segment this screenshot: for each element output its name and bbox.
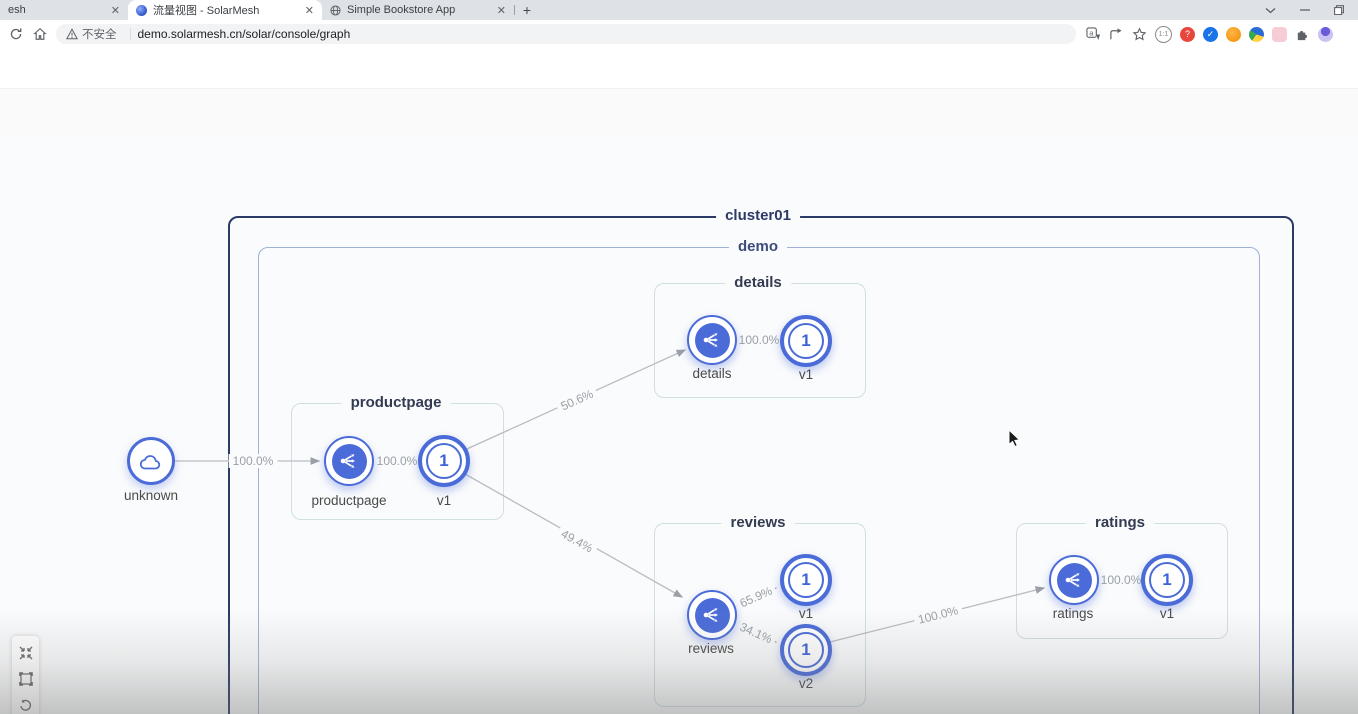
tab-close-icon[interactable]: ✕ — [497, 4, 506, 17]
service-label-reviews: reviews — [688, 641, 734, 656]
node-unknown[interactable] — [127, 437, 175, 485]
group-title-details: details — [725, 274, 791, 291]
version-node-ratings-v1[interactable]: 1 — [1141, 554, 1193, 606]
frame-select-icon[interactable] — [18, 671, 34, 687]
version-label-details-v1: v1 — [799, 367, 813, 382]
service-label-productpage: productpage — [311, 493, 386, 508]
extension-icon-colorwheel[interactable] — [1249, 27, 1264, 42]
not-secure-warning-icon — [66, 28, 78, 40]
service-node-productpage[interactable] — [324, 436, 374, 486]
service-label-ratings: ratings — [1053, 606, 1094, 621]
extension-icon-pink[interactable] — [1272, 27, 1287, 42]
reload-icon[interactable] — [4, 22, 28, 46]
app-toolbar: ⚙ — [0, 48, 1358, 88]
tab-label: esh — [8, 4, 26, 16]
namespace-title: demo — [729, 238, 787, 255]
address-bar: 不安全 demo.solarmesh.cn/solar/console/grap… — [0, 20, 1358, 49]
version-node-productpage-v1[interactable]: 1 — [418, 435, 470, 487]
version-label-reviews-v2: v2 — [799, 676, 813, 691]
service-node-details[interactable] — [687, 315, 737, 365]
service-label-details: details — [692, 366, 731, 381]
node-label-unknown: unknown — [124, 488, 178, 503]
edges-layer — [0, 138, 1358, 714]
window-controls — [1265, 0, 1358, 20]
restore-button[interactable] — [1334, 5, 1344, 15]
url-text: demo.solarmesh.cn/solar/console/graph — [138, 27, 351, 41]
tab-search-chevron-icon[interactable] — [1265, 7, 1276, 14]
workload-count: 1 — [788, 323, 824, 359]
service-mesh-icon — [1063, 569, 1085, 591]
tab-close-icon[interactable]: ✕ — [305, 4, 314, 17]
edge-label: 100.0% — [373, 454, 422, 468]
tab-traffic-view-active[interactable]: 流量视图 - SolarMesh ✕ — [128, 0, 322, 20]
tab-close-icon[interactable]: ✕ — [111, 4, 120, 17]
version-label-ratings-v1: v1 — [1160, 606, 1174, 621]
browser-tab-strip: esh ✕ 流量视图 - SolarMesh ✕ Simple Bookstor… — [0, 0, 1358, 20]
home-icon[interactable] — [28, 22, 52, 46]
solarmesh-favicon-icon — [136, 5, 147, 16]
tab-label: Simple Bookstore App — [347, 4, 455, 16]
service-mesh-icon — [701, 329, 723, 351]
globe-favicon-icon — [330, 5, 341, 16]
edge-label: 100.0% — [735, 333, 784, 347]
service-node-reviews[interactable] — [687, 590, 737, 640]
extension-icon-pumpkin[interactable] — [1226, 27, 1241, 42]
security-label: 不安全 — [82, 26, 117, 42]
minimize-button[interactable] — [1300, 5, 1310, 15]
workload-count: 1 — [788, 632, 824, 668]
cloud-icon — [139, 452, 163, 471]
service-mesh-icon — [701, 604, 723, 626]
translate-icon[interactable]: a — [1086, 27, 1101, 42]
workload-count: 1 — [1149, 562, 1185, 598]
extension-icon-red[interactable]: ? — [1180, 27, 1195, 42]
cluster-title: cluster01 — [716, 207, 800, 224]
edge-label: 100.0% — [1097, 573, 1146, 587]
mouse-cursor — [1008, 430, 1022, 450]
tab-bookstore[interactable]: Simple Bookstore App ✕ — [322, 0, 514, 20]
fit-view-icon[interactable] — [18, 645, 34, 661]
tab-label: 流量视图 - SolarMesh — [153, 2, 259, 18]
service-mesh-icon — [338, 450, 360, 472]
traffic-graph-canvas[interactable]: 100.0% 100.0% 50.6% 49.4% 100.0% 65.9% 3… — [0, 138, 1358, 714]
workload-count: 1 — [788, 562, 824, 598]
svg-text:a: a — [1089, 28, 1094, 37]
share-icon[interactable] — [1109, 27, 1124, 42]
group-title-productpage: productpage — [342, 394, 451, 411]
reset-view-icon[interactable] — [18, 697, 34, 713]
edge-label: 100.0% — [229, 454, 278, 468]
group-title-reviews: reviews — [721, 514, 794, 531]
version-label-reviews-v1: v1 — [799, 606, 813, 621]
extension-icon-check[interactable]: ✓ — [1203, 27, 1218, 42]
graph-mini-toolbar — [12, 636, 39, 714]
filter-bar: 集群: cluster01 ✕ 命名空间: demo ✕ 搜索服务: 显示设置 — [0, 88, 1358, 140]
bookmark-star-icon[interactable] — [1132, 27, 1147, 42]
extensions-puzzle-icon[interactable] — [1295, 27, 1310, 42]
service-node-ratings[interactable] — [1049, 555, 1099, 605]
version-node-details-v1[interactable]: 1 — [780, 315, 832, 367]
tab-mesh-partial[interactable]: esh ✕ — [0, 0, 128, 20]
version-node-reviews-v1[interactable]: 1 — [780, 554, 832, 606]
workload-count: 1 — [426, 443, 462, 479]
url-field[interactable]: 不安全 demo.solarmesh.cn/solar/console/grap… — [56, 24, 1076, 44]
address-bar-icons: a 1:1 ? ✓ — [1086, 26, 1333, 43]
url-divider — [130, 28, 131, 40]
group-title-ratings: ratings — [1086, 514, 1154, 531]
new-tab-button[interactable]: + — [515, 0, 539, 20]
version-label-productpage-v1: v1 — [437, 493, 451, 508]
profile-avatar[interactable] — [1318, 27, 1333, 42]
version-node-reviews-v2[interactable]: 1 — [780, 624, 832, 676]
extension-icon-sizer[interactable]: 1:1 — [1155, 26, 1172, 43]
